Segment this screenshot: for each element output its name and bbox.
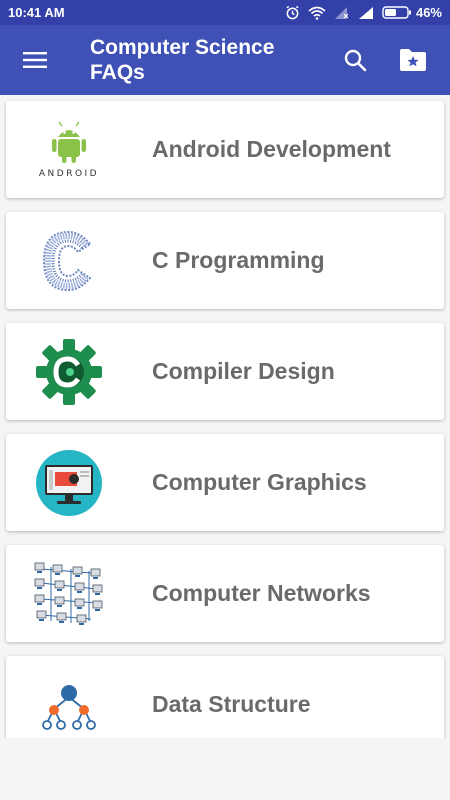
topic-label: Data Structure: [152, 691, 311, 717]
topic-list: ANDROID Android Development C Programmin…: [0, 95, 450, 738]
android-icon: ANDROID: [39, 121, 99, 179]
bottom-blank-area: [0, 738, 450, 800]
app-bar: Computer Science FAQs: [0, 25, 450, 95]
topic-label: Computer Networks: [152, 580, 371, 606]
topic-icon: [6, 656, 132, 738]
starred-folder-icon: [400, 49, 426, 71]
topic-label: Computer Graphics: [152, 469, 367, 495]
battery-icon: [382, 6, 411, 19]
status-icons: 46%: [285, 5, 442, 20]
status-bar: 10:41 AM 46%: [0, 0, 450, 25]
topic-icon: [6, 323, 132, 420]
monitor-graphics-icon: [36, 449, 102, 516]
topic-card-compiler-design[interactable]: Compiler Design: [6, 323, 444, 420]
network-computers-icon: [34, 562, 103, 625]
battery-indicator: 46%: [382, 5, 442, 20]
c-language-icon: [42, 230, 92, 291]
topic-card-computer-graphics[interactable]: Computer Graphics: [6, 434, 444, 531]
topic-card-android-development[interactable]: ANDROID Android Development: [6, 101, 444, 198]
topic-label: Android Development: [152, 136, 391, 162]
wifi-icon: [308, 6, 326, 20]
signal-icon: [358, 7, 373, 19]
page-title: Computer Science FAQs: [90, 36, 275, 84]
android-wordmark: ANDROID: [39, 169, 99, 179]
topic-icon: [6, 212, 132, 309]
topic-label: C Programming: [152, 247, 325, 273]
topic-card-computer-networks[interactable]: Computer Networks: [6, 545, 444, 642]
topic-icon: [6, 434, 132, 531]
search-icon: [344, 49, 367, 72]
topic-icon: ANDROID: [6, 101, 132, 198]
tree-structure-icon: [42, 684, 96, 730]
battery-percent: 46%: [415, 5, 442, 20]
menu-button[interactable]: [0, 25, 70, 95]
topic-label: Compiler Design: [152, 358, 335, 384]
topic-icon: [6, 545, 132, 642]
favorites-button[interactable]: [384, 25, 442, 95]
status-time: 10:41 AM: [8, 5, 65, 20]
search-button[interactable]: [326, 25, 384, 95]
compiler-gear-icon: [36, 338, 102, 405]
menu-icon: [23, 52, 47, 68]
alarm-icon: [286, 5, 299, 20]
no-signal-icon: [334, 7, 349, 19]
topic-card-data-structure[interactable]: Data Structure: [6, 656, 444, 738]
topic-card-c-programming[interactable]: C Programming: [6, 212, 444, 309]
